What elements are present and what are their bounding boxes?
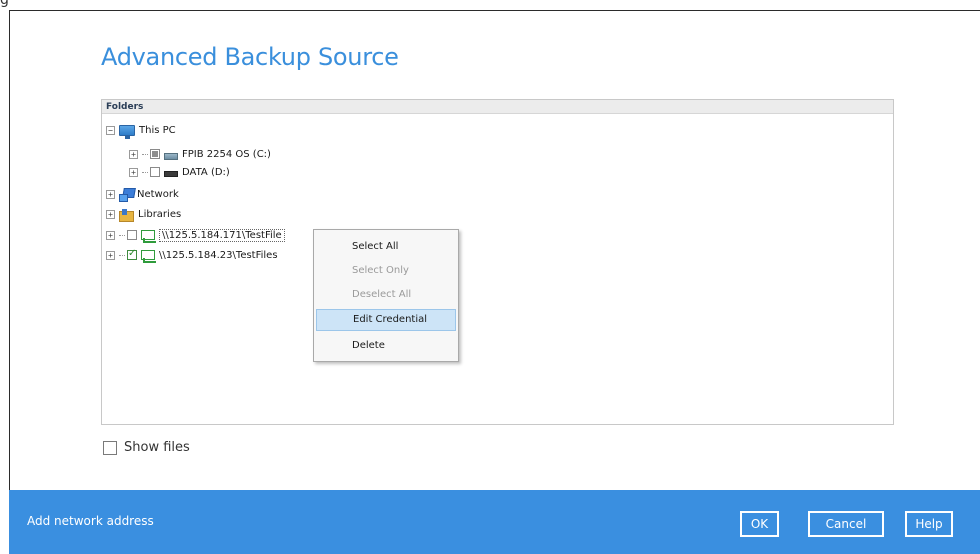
expand-icon[interactable]: + — [106, 250, 115, 260]
cancel-button[interactable]: Cancel — [808, 511, 884, 537]
tree-node-label: FPIB 2254 OS (C:) — [182, 148, 271, 160]
drive-icon — [164, 152, 178, 160]
tree-connector — [119, 254, 125, 256]
menu-item-select-all[interactable]: Select All — [316, 236, 456, 258]
folder-tree[interactable]: Folders − This PC + FPIB 2254 OS (C:) + … — [101, 99, 894, 425]
menu-item-select-only[interactable]: Select Only — [316, 260, 456, 282]
tree-node-label: \\125.5.184.171\TestFile — [159, 228, 285, 242]
menu-item-edit-credential[interactable]: Edit Credential — [316, 309, 456, 331]
libraries-icon — [119, 208, 134, 222]
show-files-label: Show files — [124, 440, 190, 455]
expand-icon[interactable]: + — [106, 230, 115, 240]
tree-checkbox[interactable] — [150, 149, 160, 159]
tree-node-label: This PC — [139, 124, 176, 136]
menu-item-deselect-all[interactable]: Deselect All — [316, 284, 456, 306]
dialog-title: Advanced Backup Source — [101, 43, 399, 71]
add-network-address-link[interactable]: Add network address — [27, 514, 154, 528]
ok-button[interactable]: OK — [740, 511, 779, 537]
tree-connector — [119, 234, 125, 236]
help-button[interactable]: Help — [905, 511, 953, 537]
drive-icon — [164, 171, 178, 177]
expand-icon[interactable]: + — [106, 189, 115, 199]
tree-node-share-171[interactable]: + \\125.5.184.171\TestFile — [106, 227, 285, 243]
expand-icon[interactable]: + — [129, 167, 138, 177]
network-icon — [119, 188, 133, 202]
expand-icon[interactable]: + — [129, 149, 138, 159]
tree-node-libraries[interactable]: + Libraries — [106, 206, 181, 222]
tree-header: Folders — [102, 100, 893, 114]
tree-node-drive-c[interactable]: + FPIB 2254 OS (C:) — [129, 146, 271, 162]
tree-checkbox[interactable] — [127, 230, 137, 240]
network-share-icon — [141, 229, 156, 243]
tree-node-label: Libraries — [138, 208, 182, 220]
frame-border-top — [9, 10, 980, 11]
tree-connector — [142, 171, 148, 173]
computer-icon — [119, 124, 135, 139]
collapse-icon[interactable]: − — [106, 125, 115, 135]
menu-item-delete[interactable]: Delete — [316, 335, 456, 357]
show-files-option[interactable]: Show files — [103, 440, 190, 455]
expand-icon[interactable]: + — [106, 209, 115, 219]
show-files-checkbox[interactable] — [103, 440, 117, 455]
context-menu: Select All Select Only Deselect All Edit… — [313, 229, 459, 362]
corner-glyph: g — [0, 0, 9, 8]
tree-checkbox[interactable] — [150, 167, 160, 177]
tree-node-label: Network — [137, 188, 179, 200]
tree-checkbox[interactable] — [127, 248, 137, 260]
backup-source-dialog: g Advanced Backup Source Folders − This … — [0, 0, 980, 554]
tree-node-drive-d[interactable]: + DATA (D:) — [129, 164, 230, 180]
dialog-footer: Add network address OK Cancel Help — [9, 490, 980, 554]
tree-node-network[interactable]: + Network — [106, 186, 179, 202]
network-share-icon — [141, 249, 156, 263]
tree-node-this-pc[interactable]: − This PC — [106, 122, 176, 139]
frame-border-left — [9, 10, 10, 490]
tree-node-share-23[interactable]: + \\125.5.184.23\TestFiles — [106, 247, 278, 263]
tree-connector — [142, 153, 148, 155]
tree-node-label: DATA (D:) — [182, 166, 230, 178]
tree-node-label: \\125.5.184.23\TestFiles — [159, 249, 278, 261]
